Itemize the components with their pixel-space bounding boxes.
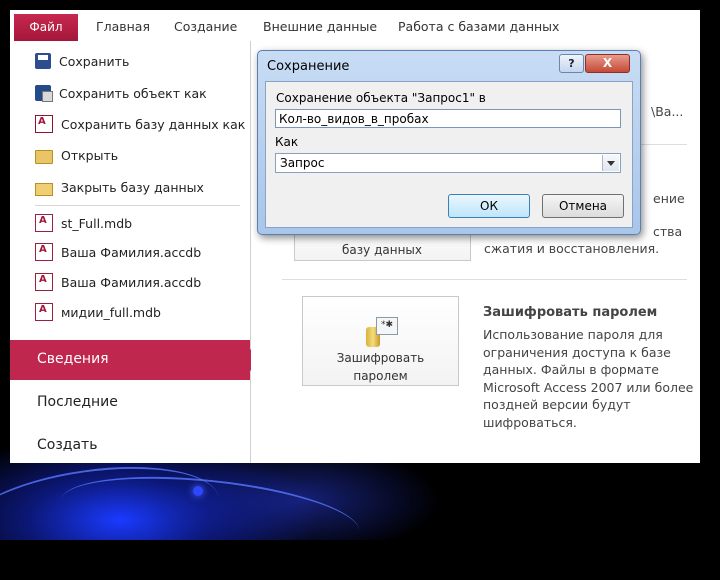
encrypt-button-label-line2: паролем [353, 369, 408, 383]
background-dot [193, 486, 203, 496]
help-button[interactable]: ? [559, 54, 584, 73]
save-object-as-label: Сохранить объект как [59, 85, 207, 101]
compact-text-fragment: ства [653, 224, 683, 239]
open-command[interactable]: Открыть [35, 144, 118, 166]
encrypt-description-line: Microsoft Access 2007 или более [483, 379, 694, 395]
recent-file[interactable]: st_Full.mdb [35, 212, 132, 234]
file-menu: Сохранить Сохранить объект как Сохранить… [10, 41, 261, 463]
encrypt-description-line: шифроваться. [483, 414, 577, 430]
object-type-label: Как [275, 135, 299, 149]
close-database-label: Закрыть базу данных [61, 179, 204, 195]
database-file-icon [35, 214, 53, 232]
database-file-icon [35, 273, 53, 291]
encrypt-description-line: ограничения доступа к базе [483, 344, 671, 360]
open-folder-icon [35, 149, 53, 164]
encrypt-description: Использование пароля для ограничения дос… [483, 326, 698, 431]
encrypt-with-password-button[interactable]: *✱ Зашифровать паролем [302, 296, 459, 386]
compact-text-fragment: сжатия и восстановления. [484, 241, 660, 256]
close-folder-icon [35, 182, 53, 196]
save-database-as-command[interactable]: Сохранить базу данных как [35, 113, 245, 135]
object-name-input[interactable]: Кол-во_видов_в_пробах [275, 109, 621, 128]
encrypt-description-line: данных. Файлы в формате [483, 362, 659, 377]
compact-text-fragment: ение [653, 191, 685, 206]
save-database-icon [35, 115, 53, 133]
object-type-select[interactable]: Запрос [275, 153, 621, 173]
encrypt-description-line: Использование пароля для [483, 327, 663, 342]
object-type-value: Запрос [280, 156, 325, 170]
encrypt-description-line: поздней версии будут [483, 397, 631, 412]
database-path-fragment: \Ва... [651, 104, 684, 119]
database-file-icon [35, 243, 53, 261]
dialog-title: Сохранение [267, 59, 350, 74]
tab-home[interactable]: Главная [96, 19, 150, 34]
password-field-icon: *✱ [376, 317, 398, 335]
recent-file-name: Ваша Фамилия.accdb [61, 244, 202, 260]
tab-database-tools[interactable]: Работа с базами данных [398, 19, 559, 34]
encrypt-button-label-line1: Зашифровать [336, 351, 425, 365]
nav-info[interactable]: Сведения [37, 351, 109, 367]
database-file-icon [35, 303, 53, 321]
dialog-body: Сохранение объекта "Запрос1" в Кол-во_ви… [265, 81, 633, 228]
save-icon [35, 53, 51, 69]
ribbon-tabs: Файл Главная Создание Внешние данные Раб… [10, 10, 700, 42]
tab-create[interactable]: Создание [174, 19, 237, 34]
recent-file[interactable]: мидии_full.mdb [35, 301, 161, 323]
ok-button[interactable]: ОК [448, 194, 530, 218]
close-database-command[interactable]: Закрыть базу данных [35, 176, 204, 198]
save-command-label: Сохранить [59, 53, 130, 69]
recent-file-name: st_Full.mdb [61, 215, 133, 231]
save-as-dialog: Сохранение ? X Сохранение объекта "Запро… [257, 50, 641, 235]
recent-file-name: мидии_full.mdb [61, 304, 161, 320]
save-command[interactable]: Сохранить [35, 50, 129, 72]
object-name-label: Сохранение объекта "Запрос1" в [276, 91, 486, 105]
open-command-label: Открыть [61, 147, 119, 163]
tab-external-data[interactable]: Внешние данные [263, 19, 377, 34]
cancel-button[interactable]: Отмена [542, 194, 624, 218]
menu-separator [35, 205, 240, 206]
encrypt-section-title: Зашифровать паролем [483, 305, 658, 320]
save-object-icon [35, 85, 53, 102]
compact-button-fragment: базу данных [342, 243, 422, 257]
save-database-as-label: Сохранить базу данных как [61, 116, 246, 132]
nav-recent[interactable]: Последние [37, 394, 118, 410]
section-divider [282, 279, 687, 280]
nav-new[interactable]: Создать [37, 437, 97, 453]
recent-file[interactable]: Ваша Фамилия.accdb [35, 241, 201, 263]
save-object-as-command[interactable]: Сохранить объект как [35, 82, 207, 104]
chevron-down-icon[interactable] [602, 155, 619, 171]
recent-file-name: Ваша Фамилия.accdb [61, 274, 202, 290]
recent-file[interactable]: Ваша Фамилия.accdb [35, 271, 201, 293]
tab-file[interactable]: Файл [14, 14, 78, 41]
close-button[interactable]: X [585, 54, 630, 73]
encrypt-lock-icon: *✱ [362, 315, 398, 349]
